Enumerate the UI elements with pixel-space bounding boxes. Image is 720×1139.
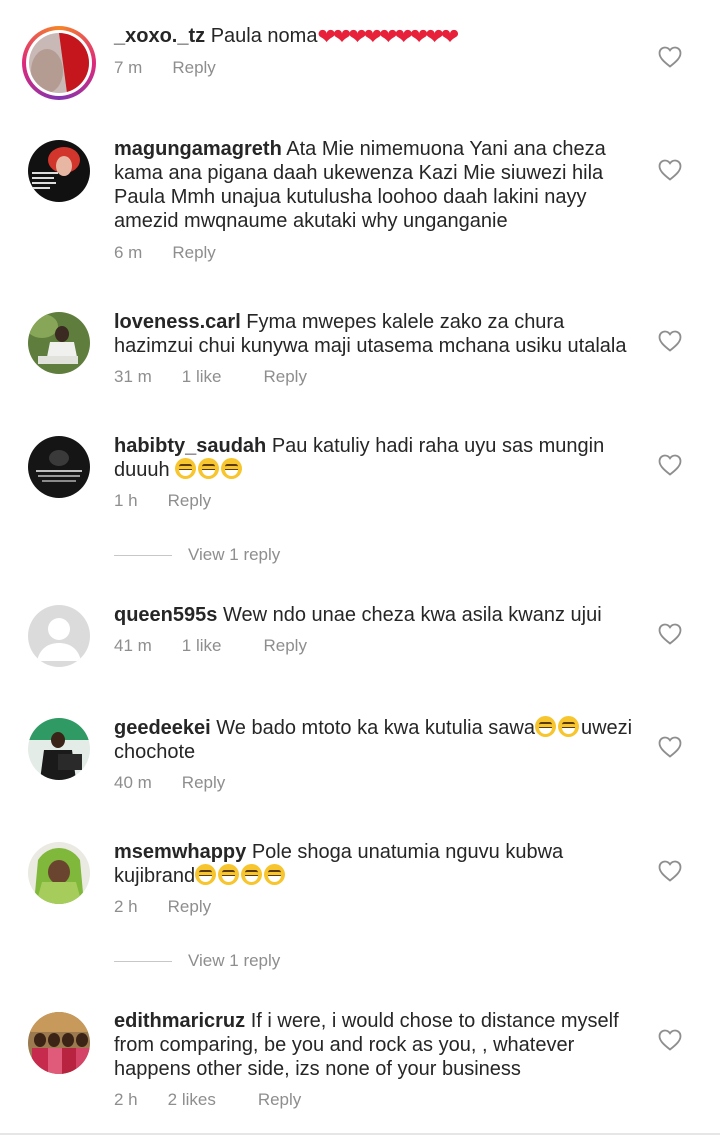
default-avatar-icon[interactable] xyxy=(28,605,90,667)
like-heart-icon[interactable] xyxy=(658,623,682,645)
comment-time: 7 m xyxy=(114,58,143,77)
comment-meta: 40 m Reply xyxy=(114,773,225,793)
comment-time: 6 m xyxy=(114,243,143,262)
avatar[interactable] xyxy=(28,718,90,780)
reply-button[interactable]: Reply xyxy=(263,367,306,387)
view-replies-button[interactable]: View 1 reply xyxy=(114,951,280,971)
comment-text: We bado mtoto ka kwa kutulia sawa xyxy=(210,717,535,739)
like-count[interactable]: 1 like xyxy=(182,636,222,656)
avatar[interactable] xyxy=(28,140,90,202)
avatar[interactable] xyxy=(28,436,90,498)
comment-body: loveness.carl Fyma mwepes kalele zako za… xyxy=(114,310,644,358)
laughing-emoji-icon xyxy=(534,716,556,737)
comment-username[interactable]: _xoxo._tz xyxy=(114,25,205,47)
avatar[interactable] xyxy=(28,312,90,374)
avatar[interactable] xyxy=(28,842,90,904)
reply-button[interactable]: Reply xyxy=(263,636,306,656)
reply-button[interactable]: Reply xyxy=(172,58,215,78)
comment-time: 31 m xyxy=(114,367,152,386)
comment-time: 1 h xyxy=(114,491,138,510)
comment-meta: 2 h 2 likes Reply xyxy=(114,1090,301,1110)
comment-body: queen595s Wew ndo unae cheza kwa asila k… xyxy=(114,603,644,627)
laughing-emoji-icon xyxy=(557,716,579,737)
like-heart-icon[interactable] xyxy=(658,860,682,882)
comment-body: edithmaricruz If i were, i would chose t… xyxy=(114,1009,644,1081)
reply-button[interactable]: Reply xyxy=(182,773,225,793)
reply-button[interactable]: Reply xyxy=(172,243,215,263)
view-replies-label[interactable]: View 1 reply xyxy=(188,951,280,970)
comment-meta: 6 m Reply xyxy=(114,243,216,263)
reply-button[interactable]: Reply xyxy=(168,491,211,511)
red-heart-emoji-icon: ❤❤❤❤❤❤❤❤❤ xyxy=(317,24,459,49)
comment-meta: 2 h Reply xyxy=(114,897,211,917)
comment-time: 2 h xyxy=(114,897,138,916)
comment-body: msemwhappy Pole shoga unatumia nguvu kub… xyxy=(114,840,644,888)
like-count[interactable]: 2 likes xyxy=(168,1090,216,1110)
comment-username[interactable]: msemwhappy xyxy=(114,841,246,863)
like-heart-icon[interactable] xyxy=(658,736,682,758)
view-replies-label[interactable]: View 1 reply xyxy=(188,545,280,564)
comment-username[interactable]: loveness.carl xyxy=(114,311,241,333)
comment-meta: 1 h Reply xyxy=(114,491,211,511)
comment-username[interactable]: geedeekei xyxy=(114,717,211,739)
like-heart-icon[interactable] xyxy=(658,46,682,68)
comment-meta: 41 m 1 like Reply xyxy=(114,636,307,656)
comment-body: habibty_saudah Pau katuliy hadi raha uyu… xyxy=(114,434,644,482)
comment-meta: 31 m 1 like Reply xyxy=(114,367,307,387)
laughing-emoji-icon xyxy=(175,458,197,479)
reply-button[interactable]: Reply xyxy=(168,897,211,917)
like-heart-icon[interactable] xyxy=(658,1029,682,1051)
laughing-emoji-icon xyxy=(221,458,243,479)
comment-text: Wew ndo unae cheza kwa asila kwanz ujui xyxy=(217,604,602,626)
comment-body: magungamagreth Ata Mie nimemuona Yani an… xyxy=(114,137,644,233)
laughing-emoji-icon xyxy=(241,864,263,885)
reply-divider-line xyxy=(114,961,172,963)
reply-divider-line xyxy=(114,555,172,557)
comment-time: 41 m xyxy=(114,636,152,655)
laughing-emoji-icon xyxy=(198,458,220,479)
laughing-emoji-icon xyxy=(218,864,240,885)
comment-time: 40 m xyxy=(114,773,152,792)
avatar[interactable] xyxy=(22,26,96,100)
comment-body: geedeekei We bado mtoto ka kwa kutulia s… xyxy=(114,716,644,764)
comment-username[interactable]: habibty_saudah xyxy=(114,435,266,457)
like-heart-icon[interactable] xyxy=(658,159,682,181)
like-count[interactable]: 1 like xyxy=(182,367,222,387)
avatar[interactable] xyxy=(28,1012,90,1074)
comment-time: 2 h xyxy=(114,1090,138,1109)
bottom-divider xyxy=(0,1133,720,1135)
like-heart-icon[interactable] xyxy=(658,454,682,476)
comment-username[interactable]: edithmaricruz xyxy=(114,1010,245,1032)
laughing-emoji-icon xyxy=(195,864,217,885)
comment-meta: 7 m Reply xyxy=(114,58,216,78)
comment-username[interactable]: queen595s xyxy=(114,604,217,626)
comment-username[interactable]: magungamagreth xyxy=(114,138,282,160)
comment-body: _xoxo._tz Paula noma❤❤❤❤❤❤❤❤❤ xyxy=(114,24,644,48)
view-replies-button[interactable]: View 1 reply xyxy=(114,545,280,565)
comment-text: Paula noma xyxy=(205,25,318,47)
like-heart-icon[interactable] xyxy=(658,330,682,352)
reply-button[interactable]: Reply xyxy=(258,1090,301,1110)
laughing-emoji-icon xyxy=(264,864,286,885)
